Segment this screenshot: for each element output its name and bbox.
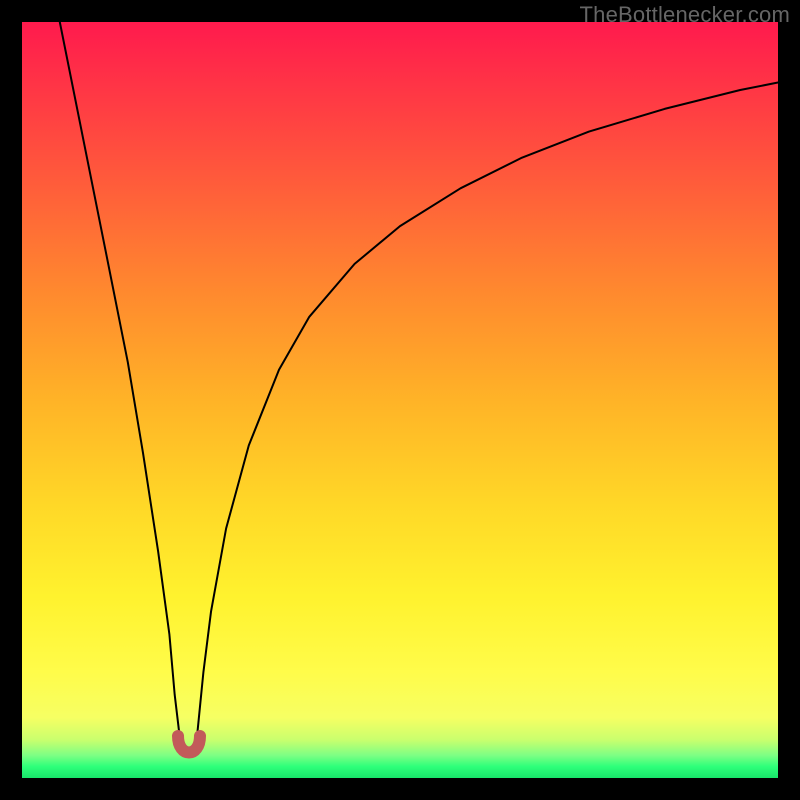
bottleneck-curve bbox=[60, 22, 778, 754]
chart-frame: TheBottlenecker.com bbox=[0, 0, 800, 800]
chart-svg-layer bbox=[22, 22, 778, 778]
watermark-text: TheBottlenecker.com bbox=[580, 2, 790, 28]
u-shaped-minimum-marker bbox=[178, 736, 200, 753]
